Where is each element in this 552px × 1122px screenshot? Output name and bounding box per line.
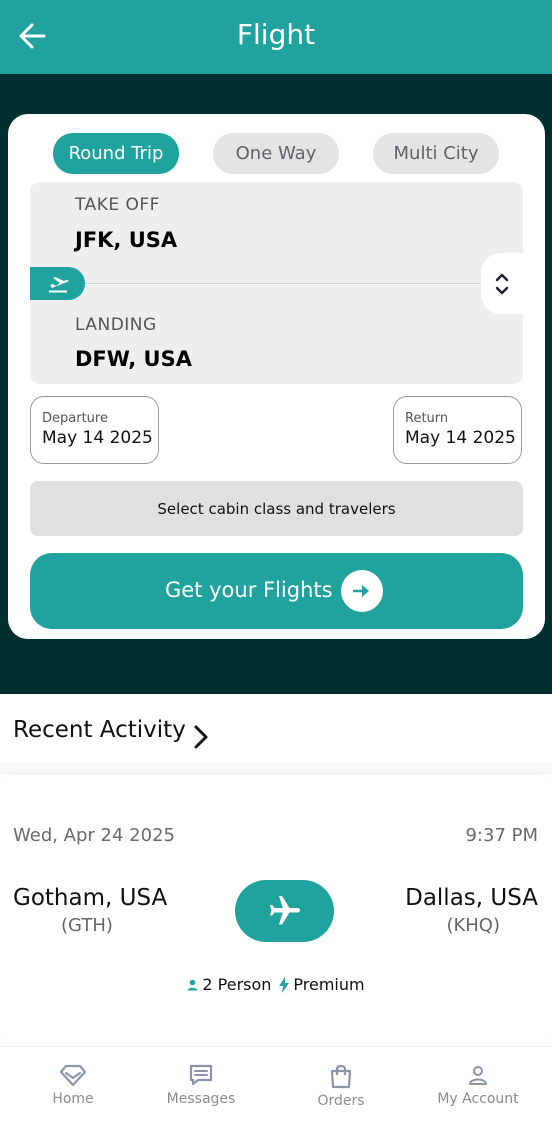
cabin-travelers-button[interactable]: Select cabin class and travelers <box>30 481 523 536</box>
departure-value: May 14 2025 <box>42 428 153 448</box>
bottom-navigation: Home Messages Orders My Account <box>0 1046 552 1122</box>
chevron-right-icon[interactable] <box>190 724 212 750</box>
route-divider <box>30 283 523 284</box>
tab-multi-city[interactable]: Multi City <box>373 133 499 174</box>
origin-code: (GTH) <box>61 915 113 936</box>
takeoff-label: TAKE OFF <box>75 195 160 215</box>
route-selector: TAKE OFF JFK, USA LANDING DFW, USA <box>30 182 523 384</box>
nav-home[interactable]: Home <box>4 1047 142 1122</box>
tab-round-trip[interactable]: Round Trip <box>53 133 179 174</box>
flight-search-card: Round Trip One Way Multi City TAKE OFF J… <box>8 114 545 639</box>
person-icon <box>187 979 198 990</box>
get-flights-button[interactable]: Get your Flights <box>30 553 523 629</box>
plane-departure-badge <box>30 267 85 300</box>
arrow-right-icon <box>341 570 383 612</box>
departure-date-field[interactable]: Departure May 14 2025 <box>30 396 159 464</box>
landing-label: LANDING <box>75 315 157 335</box>
departure-label: Departure <box>42 411 108 426</box>
get-flights-label: Get your Flights <box>165 578 333 602</box>
page-title: Flight <box>236 18 316 51</box>
recent-flight-card[interactable]: Wed, Apr 24 2025 9:37 PM Gotham, USA (GT… <box>0 775 552 1043</box>
activity-date: Wed, Apr 24 2025 <box>13 825 175 846</box>
origin-city: Gotham, USA <box>13 885 168 911</box>
recent-activity-title[interactable]: Recent Activity <box>13 717 186 743</box>
app-header: Flight <box>0 0 552 74</box>
nav-home-label: Home <box>52 1091 94 1107</box>
cabin-class: Premium <box>293 975 365 994</box>
swap-vertical-icon <box>495 273 509 294</box>
destination-code: (KHQ) <box>446 915 500 936</box>
swap-route-button[interactable] <box>481 253 523 314</box>
user-icon <box>469 1066 487 1085</box>
return-label: Return <box>405 411 449 426</box>
nav-orders[interactable]: Orders <box>272 1047 410 1122</box>
nav-messages[interactable]: Messages <box>132 1047 270 1122</box>
flight-takeoff-icon <box>48 276 68 292</box>
nav-messages-label: Messages <box>166 1091 236 1107</box>
home-icon <box>59 1064 87 1087</box>
trip-meta: 2 Person Premium <box>0 975 552 994</box>
nav-orders-label: Orders <box>317 1093 365 1109</box>
travelers-count: 2 Person <box>202 975 272 994</box>
tab-one-way[interactable]: One Way <box>213 133 339 174</box>
messages-icon <box>189 1064 213 1086</box>
landing-field[interactable]: DFW, USA <box>75 347 192 371</box>
destination-city: Dallas, USA <box>405 885 538 911</box>
airplane-badge <box>235 880 334 942</box>
return-value: May 14 2025 <box>405 428 516 448</box>
airplane-icon <box>269 896 300 925</box>
bag-icon <box>330 1064 352 1089</box>
lightning-icon <box>279 976 290 993</box>
nav-my-account[interactable]: My Account <box>409 1047 547 1122</box>
nav-my-account-label: My Account <box>437 1091 519 1107</box>
takeoff-field[interactable]: JFK, USA <box>75 228 177 252</box>
section-divider <box>0 763 552 775</box>
activity-time: 9:37 PM <box>465 825 538 846</box>
return-date-field[interactable]: Return May 14 2025 <box>393 396 522 464</box>
